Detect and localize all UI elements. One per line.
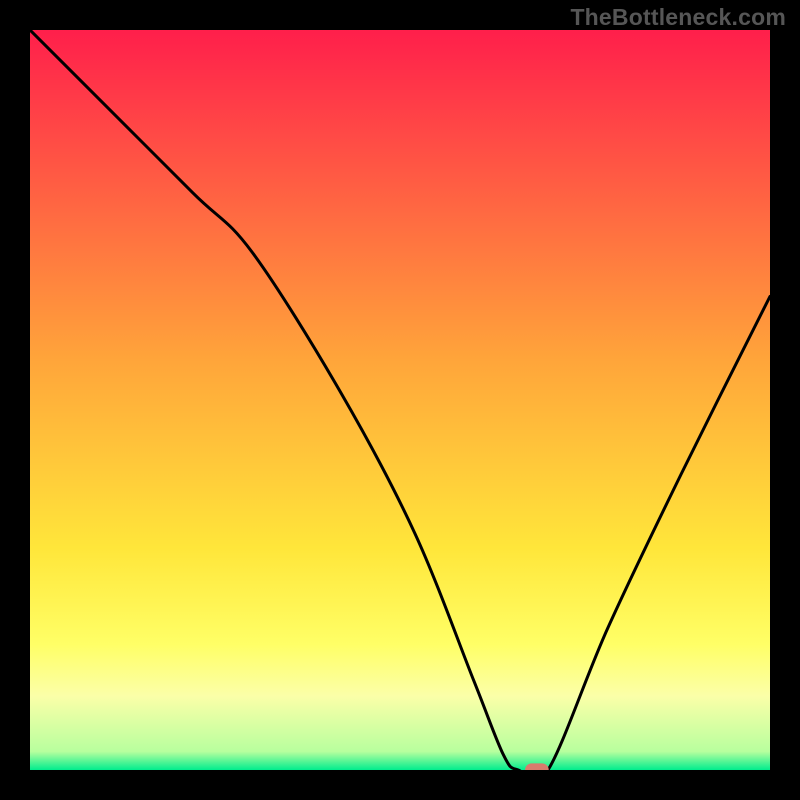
optimal-marker [525, 763, 549, 770]
plot-area [30, 30, 770, 770]
watermark-label: TheBottleneck.com [570, 4, 786, 31]
chart-frame: TheBottleneck.com [0, 0, 800, 800]
chart-svg [30, 30, 770, 770]
